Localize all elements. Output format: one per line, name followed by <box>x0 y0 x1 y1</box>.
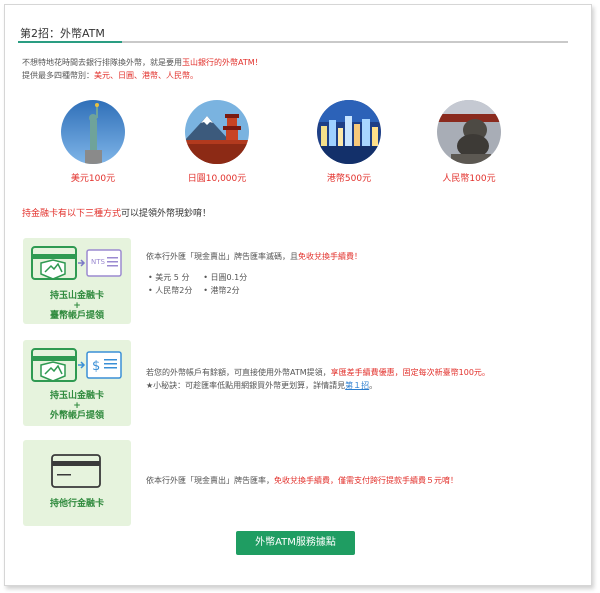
svg-text:$: $ <box>92 359 100 374</box>
rate-jpy: 日圓0.1分 <box>210 273 248 282</box>
hong-kong-skyline-icon <box>317 100 381 164</box>
method-3-desc-text: 依本行外匯「現金賣出」牌告匯率， <box>146 476 274 485</box>
method-3-desc-highlight: 免收兌換手續費，僅需支付跨行提款手續費５元唷！ <box>274 476 458 485</box>
tip-link-first-tip[interactable]: 第１招 <box>345 381 369 390</box>
currency-label-cny: 人民幣100元 <box>442 174 496 184</box>
intro-line2-highlight: 美元、日圓、港幣、人民幣。 <box>94 71 198 80</box>
svg-text:NTS: NTS <box>91 258 106 266</box>
rate-bullet: • <box>148 286 153 295</box>
rate-bullet: • <box>203 286 208 295</box>
method-2-tip-suffix: 。 <box>369 381 378 390</box>
method-3-title: 持他行金融卡 <box>49 499 104 509</box>
atm-locations-button[interactable]: 外幣ATM服務據點 <box>236 531 355 555</box>
mount-fuji-icon <box>185 100 249 164</box>
stone-lion-icon <box>437 100 501 164</box>
intro-line2: 提供最多四種幣別： <box>22 71 94 80</box>
method-card-ntd-account: NTS 持玉山金融卡 + 臺幣帳戶提領 <box>23 238 131 324</box>
currency-jpy: 日圓10,000元 <box>162 100 272 184</box>
currency-usd: 美元100元 <box>38 100 148 184</box>
rate-usd: 美元 5 分 <box>155 273 190 282</box>
rate-list: • 美元 5 分 • 日圓0.1分 <box>146 271 566 284</box>
currency-label-hkd: 港幣500元 <box>326 174 372 184</box>
plain-card-icon <box>51 454 101 492</box>
method-2-desc-highlight: 享匯差手續費優惠，固定每次新臺幣100元。 <box>330 368 490 377</box>
card-to-dollar-icon: $ <box>31 348 123 390</box>
method-2-tip-text: ★小秘訣：可趁匯率低點用網銀買外幣更划算，詳情請見 <box>146 381 346 390</box>
currency-hkd: 港幣500元 <box>294 100 404 184</box>
heading-underline <box>18 41 568 43</box>
method-2-title: 持玉山金融卡 + 外幣帳戶提領 <box>23 390 131 422</box>
method-1-desc-text: 依本行外匯「現金賣出」牌告匯率滅碼，且 <box>146 252 298 261</box>
method-2-desc-text: 若您的外幣帳戶有餘額，可直接使用外幣ATM提領， <box>146 368 331 377</box>
method-3-description: 依本行外匯「現金賣出」牌告匯率，免收兌換手續費，僅需支付跨行提款手續費５元唷！ <box>146 474 576 487</box>
method-1-description: 依本行外匯「現金賣出」牌告匯率滅碼，且免收兌換手續費！ • 美元 5 分 • 日圓… <box>146 250 566 297</box>
rate-cny: 人民幣2分 <box>155 286 193 295</box>
method-2-line2: 外幣帳戶提領 <box>49 411 104 421</box>
intro-text: 不想特地花時間去銀行排隊換外幣，就是要用玉山銀行的外幣ATM！ 提供最多四種幣別… <box>22 56 263 82</box>
rate-bullet: • <box>203 273 208 282</box>
method-2-description: 若您的外幣帳戶有餘額，可直接使用外幣ATM提領，享匯差手續費優惠，固定每次新臺幣… <box>146 366 576 392</box>
methods-intro-suffix: 可以提領外幣現鈔唷！ <box>121 209 212 219</box>
rate-hkd: 港幣2分 <box>210 286 240 295</box>
method-1-title: 持玉山金融卡 + 臺幣帳戶提領 <box>23 290 131 322</box>
method-card-other-bank: 持他行金融卡 <box>23 440 131 526</box>
method-1-desc-highlight: 免收兌換手續費！ <box>298 252 362 261</box>
intro-line1-highlight: 玉山銀行的外幣ATM！ <box>182 58 263 67</box>
intro-line1: 不想特地花時間去銀行排隊換外幣，就是要用 <box>22 58 182 67</box>
method-2-plus: + <box>73 401 81 411</box>
method-1-line2: 臺幣帳戶提領 <box>49 311 104 321</box>
rate-bullet: • <box>148 273 153 282</box>
statue-of-liberty-icon <box>61 100 125 164</box>
section-heading: 第2招：外幣ATM <box>20 27 105 40</box>
rate-list-2: • 人民幣2分 • 港幣2分 <box>146 284 566 297</box>
currency-label-jpy: 日圓10,000元 <box>187 174 247 184</box>
methods-intro-highlight: 持金融卡有以下三種方式 <box>22 209 122 219</box>
currency-cny: 人民幣100元 <box>414 100 524 184</box>
method-1-plus: + <box>73 301 81 311</box>
currency-label-usd: 美元100元 <box>70 174 116 184</box>
card-to-ntd-icon: NTS <box>31 246 123 286</box>
method-card-foreign-account: $ 持玉山金融卡 + 外幣帳戶提領 <box>23 340 131 426</box>
methods-intro: 持金融卡有以下三種方式可以提領外幣現鈔唷！ <box>22 206 211 219</box>
